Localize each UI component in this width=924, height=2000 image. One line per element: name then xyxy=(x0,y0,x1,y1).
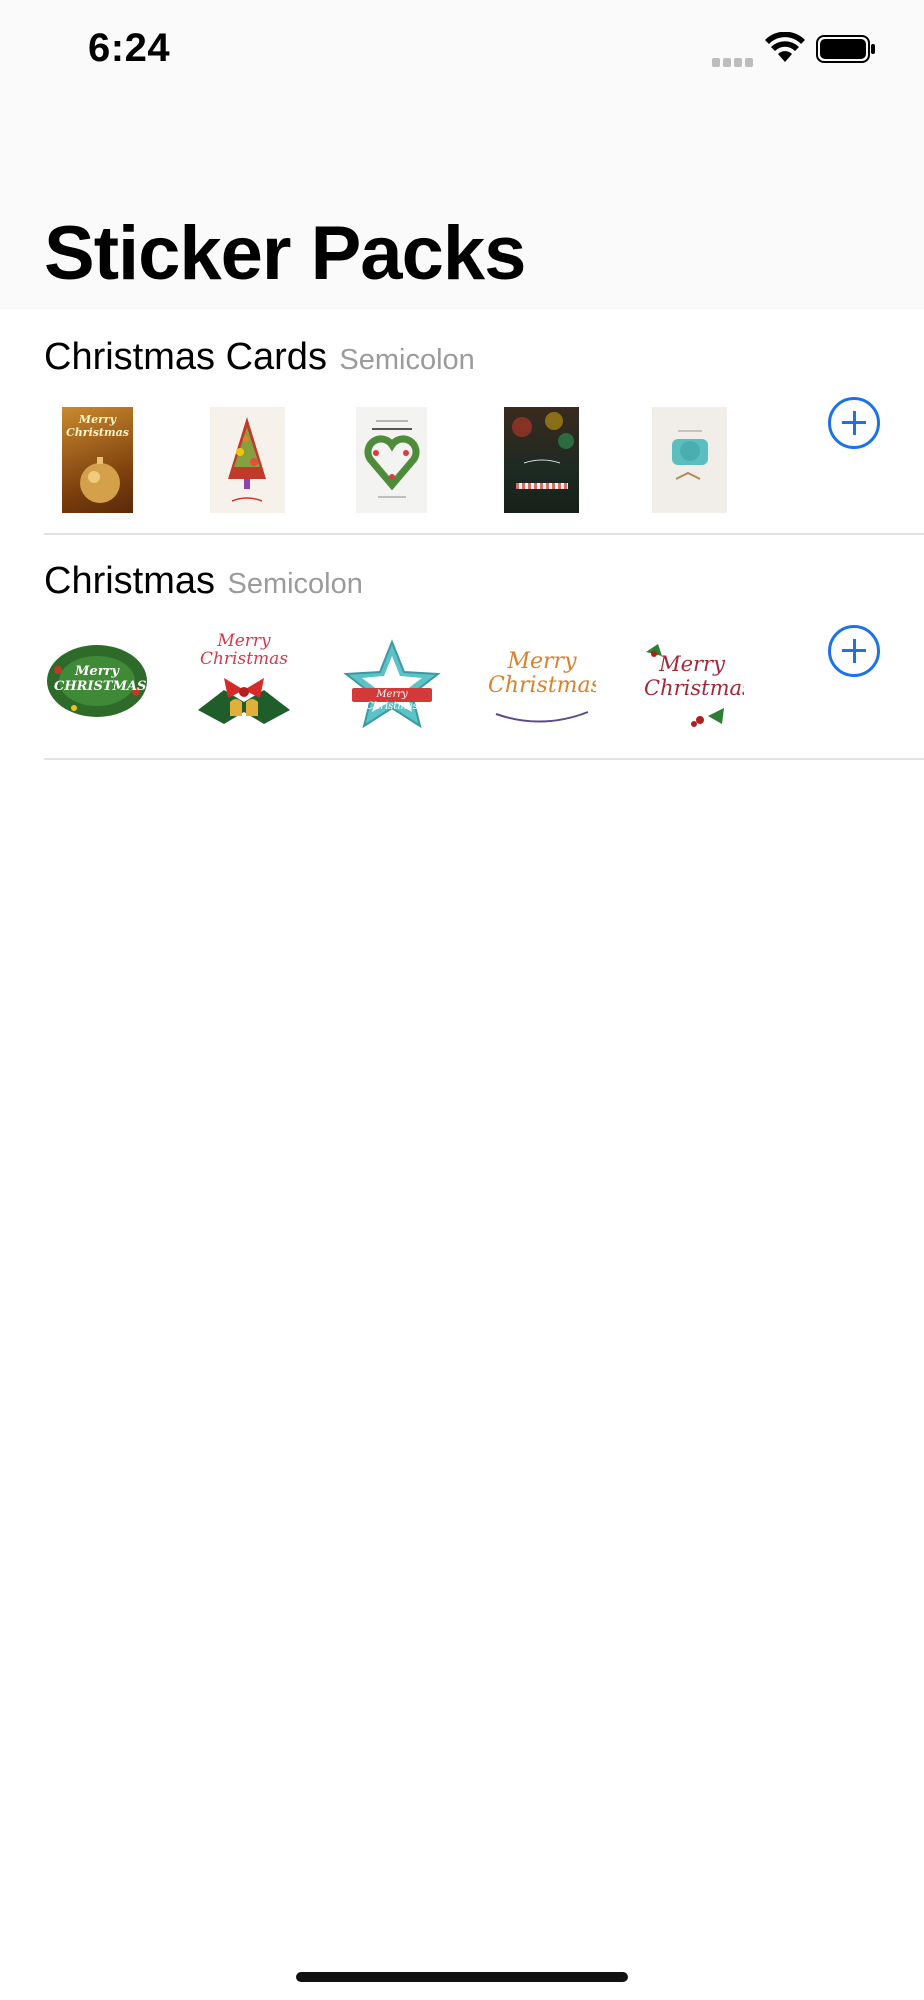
battery-icon xyxy=(816,35,875,63)
wifi-icon xyxy=(765,32,805,62)
add-pack-button[interactable] xyxy=(828,397,880,449)
sticker-script-lettering[interactable]: Merry Christmas xyxy=(488,640,596,730)
pack-header: Christmas Semicolon xyxy=(44,560,363,603)
status-bar: 6:24 xyxy=(0,0,924,100)
signal-icon xyxy=(712,54,756,67)
tree-icon xyxy=(228,417,266,502)
sticker-star-banner[interactable]: Merry Christmas xyxy=(340,638,444,732)
sticker-gold-ornament-card[interactable]: Merry Christmas xyxy=(62,407,133,513)
sticker-heart-wreath-card[interactable] xyxy=(356,407,427,513)
sticker-dark-bokeh-card[interactable] xyxy=(504,407,579,513)
bokeh-icon xyxy=(512,412,574,489)
pack-header: Christmas Cards Semicolon xyxy=(44,336,475,379)
star-banner-icon xyxy=(343,639,441,729)
heart-wreath-icon xyxy=(364,420,420,498)
sticker-wreath[interactable]: Merry CHRISTMAS xyxy=(44,640,150,722)
sticker-text: Merry CHRISTMAS xyxy=(54,664,147,694)
sticker-text: Merry Christmas xyxy=(366,689,418,712)
sticker-pack-christmas-cards[interactable]: Christmas Cards Semicolon Merry Christma… xyxy=(44,336,924,536)
divider xyxy=(44,758,924,760)
ornament-icon xyxy=(80,457,120,503)
sticker-teal-label-card[interactable] xyxy=(652,407,727,513)
status-time: 6:24 xyxy=(88,26,171,70)
swirl-icon xyxy=(495,711,589,723)
page-title: Sticker Packs xyxy=(44,211,526,296)
pack-publisher: Semicolon xyxy=(227,568,363,600)
sticker-holly-lettering[interactable]: Merry Christmas xyxy=(640,634,744,732)
divider xyxy=(44,533,924,535)
sticker-text: Merry Christmas xyxy=(644,652,744,700)
pack-publisher: Semicolon xyxy=(339,344,475,376)
pack-name: Christmas xyxy=(44,560,216,602)
pack-name: Christmas Cards xyxy=(44,336,327,378)
sticker-decorated-tree-card[interactable] xyxy=(210,407,285,513)
teal-label-icon xyxy=(672,430,708,480)
sticker-bells-bow[interactable]: Merry Christmas xyxy=(194,632,294,732)
home-indicator[interactable] xyxy=(296,1972,628,1982)
sticker-pack-christmas[interactable]: Christmas Semicolon Merry CHRISTMAS Merr… xyxy=(44,560,924,760)
bells-bow-icon xyxy=(198,678,290,724)
add-pack-button[interactable] xyxy=(828,625,880,677)
